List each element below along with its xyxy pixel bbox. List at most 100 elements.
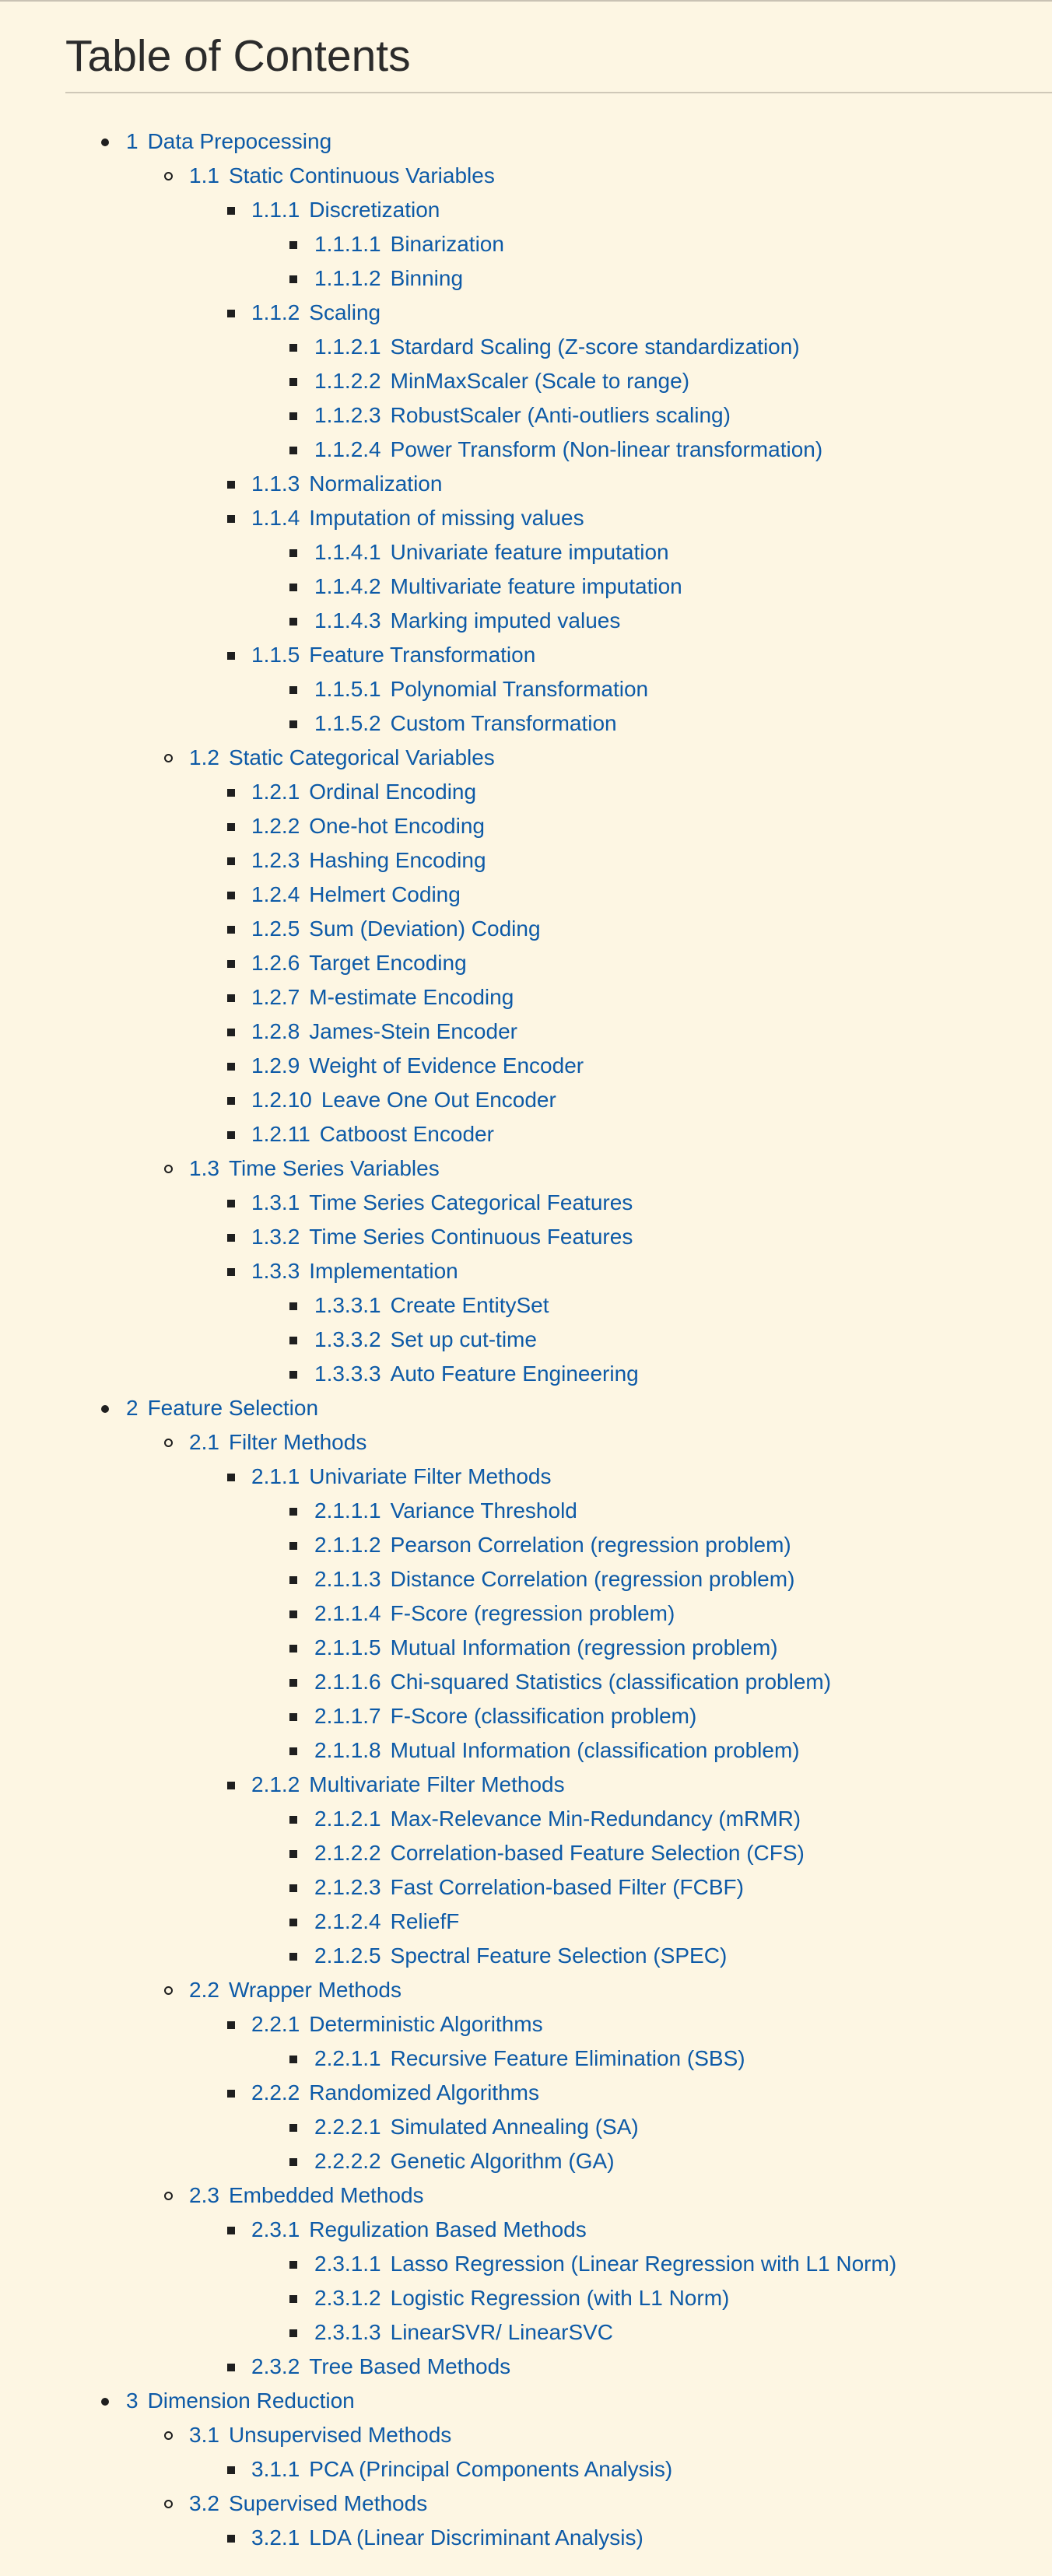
toc-link-2-1-1-2[interactable]: 2.1.1.2 Pearson Correlation (regression p… [0,1528,1052,1562]
toc-link-2-3-1[interactable]: 2.3.1 Regulization Based Methods [0,2213,1052,2247]
toc-link-1-2-7[interactable]: 1.2.7 M-estimate Encoding [0,980,1052,1015]
toc-link-1-1-5[interactable]: 1.1.5 Feature Transformation [0,638,1052,672]
toc-link-2-2-2-1[interactable]: 2.2.2.1 Simulated Annealing (SA) [0,2110,1052,2144]
toc-link-1-2-10[interactable]: 1.2.10 Leave One Out Encoder [0,1083,1052,1117]
toc-link-2-1-2-2[interactable]: 2.1.2.2 Correlation-based Feature Selecti… [0,1836,1052,1870]
section-title: Distance Correlation (regression problem… [390,1567,795,1591]
toc-link-2-1-2-5[interactable]: 2.1.2.5 Spectral Feature Selection (SPEC) [0,1939,1052,1973]
toc-link-2-3-1-2[interactable]: 2.3.1.2 Logistic Regression (with L1 Norm… [0,2281,1052,2315]
section-title: Embedded Methods [228,2183,424,2207]
section-number: 1.3.3.3 [314,1362,381,1386]
toc-link-label: 1.2.10 Leave One Out Encoder [251,1083,556,1117]
toc-link-2-1-1-3[interactable]: 2.1.1.3 Distance Correlation (regression … [0,1562,1052,1596]
toc-link-1-3-3-2[interactable]: 1.3.3.2 Set up cut-time [0,1323,1052,1357]
toc-link-2-1-2[interactable]: 2.1.2 Multivariate Filter Methods [0,1768,1052,1802]
toc-link-1-1-2[interactable]: 1.1.2 Scaling [0,296,1052,330]
section-title: Marking imputed values [390,608,621,633]
toc-link-1-1-4[interactable]: 1.1.4 Imputation of missing values [0,501,1052,535]
toc-link-1-1-2-2[interactable]: 1.1.2.2 MinMaxScaler (Scale to range) [0,364,1052,398]
toc-link-1-2-6[interactable]: 1.2.6 Target Encoding [0,946,1052,980]
toc-link-2[interactable]: 2 Feature Selection [0,1391,1052,1425]
toc-link-1-2-3[interactable]: 1.2.3 Hashing Encoding [0,843,1052,878]
toc-link-2-1-2-1[interactable]: 2.1.2.1 Max-Relevance Min-Redundancy (mRM… [0,1802,1052,1836]
page-title: Table of Contents [65,31,411,81]
toc-link-1-1-1-2[interactable]: 1.1.1.2 Binning [0,261,1052,296]
toc-link-2-3[interactable]: 2.3 Embedded Methods [0,2178,1052,2213]
toc-link-1-3-1[interactable]: 1.3.1 Time Series Categorical Features [0,1186,1052,1220]
section-number: 1.3.2 [251,1225,300,1249]
toc-link-1[interactable]: 1 Data Prepocessing [0,124,1052,159]
toc-link-1-1-2-1[interactable]: 1.1.2.1 Stardard Scaling (Z-score standar… [0,330,1052,364]
toc-link-label: 2.1.2.2 Correlation-based Feature Selecti… [314,1836,805,1870]
toc-link-1-2-1[interactable]: 1.2.1 Ordinal Encoding [0,775,1052,809]
toc-link-label: 2.1.2.5 Spectral Feature Selection (SPEC) [314,1939,727,1973]
toc-link-1-1-4-1[interactable]: 1.1.4.1 Univariate feature imputation [0,535,1052,570]
toc-link-label: 2.1.1.3 Distance Correlation (regression … [314,1562,794,1596]
toc-link-1-1-1[interactable]: 1.1.1 Discretization [0,193,1052,227]
toc-link-2-3-1-3[interactable]: 2.3.1.3 LinearSVR/ LinearSVC [0,2315,1052,2350]
section-title: Supervised Methods [228,2491,428,2515]
toc-link-1-2-8[interactable]: 1.2.8 James-Stein Encoder [0,1015,1052,1049]
toc-link-2-2-1[interactable]: 2.2.1 Deterministic Algorithms [0,2007,1052,2042]
section-number: 2.1.1.8 [314,1738,381,1762]
toc-link-3-2-1[interactable]: 3.2.1 LDA (Linear Discriminant Analysis) [0,2521,1052,2555]
toc-link-2-1-1-1[interactable]: 2.1.1.1 Variance Threshold [0,1494,1052,1528]
toc-link-2-2[interactable]: 2.2 Wrapper Methods [0,1973,1052,2007]
section-title: Weight of Evidence Encoder [309,1053,584,1078]
section-number: 2.1.1.1 [314,1498,381,1523]
section-number: 2.1.1 [251,1464,300,1488]
toc-link-2-1[interactable]: 2.1 Filter Methods [0,1425,1052,1460]
toc-link-2-2-2[interactable]: 2.2.2 Randomized Algorithms [0,2076,1052,2110]
toc-link-2-1-1-6[interactable]: 2.1.1.6 Chi-squared Statistics (classific… [0,1665,1052,1699]
toc-link-1-2-9[interactable]: 1.2.9 Weight of Evidence Encoder [0,1049,1052,1083]
toc-link-1-3-3-3[interactable]: 1.3.3.3 Auto Feature Engineering [0,1357,1052,1391]
toc-link-2-1-1-8[interactable]: 2.1.1.8 Mutual Information (classificatio… [0,1733,1052,1768]
section-title: Catboost Encoder [319,1122,494,1146]
section-number: 1.3.3.1 [314,1293,381,1317]
toc-link-2-1-1[interactable]: 2.1.1 Univariate Filter Methods [0,1460,1052,1494]
toc-link-1-2-2[interactable]: 1.2.2 One-hot Encoding [0,809,1052,843]
toc-link-1-3-3[interactable]: 1.3.3 Implementation [0,1254,1052,1288]
section-number: 2.1.2 [251,1772,300,1796]
toc-link-2-1-1-7[interactable]: 2.1.1.7 F-Score (classification problem) [0,1699,1052,1733]
section-title: ReliefF [390,1909,460,1933]
toc-link-2-3-2[interactable]: 2.3.2 Tree Based Methods [0,2350,1052,2384]
toc-link-1-2-4[interactable]: 1.2.4 Helmert Coding [0,878,1052,912]
toc-link-2-2-1-1[interactable]: 2.2.1.1 Recursive Feature Elimination (SB… [0,2042,1052,2076]
toc-link-2-1-1-4[interactable]: 2.1.1.4 F-Score (regression problem) [0,1596,1052,1631]
toc-link-1-1-2-4[interactable]: 1.1.2.4 Power Transform (Non-linear trans… [0,433,1052,467]
section-title: F-Score (classification problem) [390,1704,697,1728]
toc-link-1-3-3-1[interactable]: 1.3.3.1 Create EntitySet [0,1288,1052,1323]
toc-link-2-1-1-5[interactable]: 2.1.1.5 Mutual Information (regression pr… [0,1631,1052,1665]
toc-link-1-2-5[interactable]: 1.2.5 Sum (Deviation) Coding [0,912,1052,946]
toc-link-1-1-5-1[interactable]: 1.1.5.1 Polynomial Transformation [0,672,1052,706]
toc-link-1-1-4-3[interactable]: 1.1.4.3 Marking imputed values [0,604,1052,638]
toc-link-1-2-11[interactable]: 1.2.11 Catboost Encoder [0,1117,1052,1151]
toc-link-3-1-1[interactable]: 3.1.1 PCA (Principal Components Analysis) [0,2452,1052,2487]
toc-link-2-1-2-4[interactable]: 2.1.2.4 ReliefF [0,1905,1052,1939]
toc-link-1-1[interactable]: 1.1 Static Continuous Variables [0,159,1052,193]
toc-link-1-1-5-2[interactable]: 1.1.5.2 Custom Transformation [0,706,1052,741]
toc-link-label: 2.1.2.4 ReliefF [314,1905,459,1939]
section-title: Create EntitySet [390,1293,549,1317]
toc-link-1-1-4-2[interactable]: 1.1.4.2 Multivariate feature imputation [0,570,1052,604]
toc-link-3-1[interactable]: 3.1 Unsupervised Methods [0,2418,1052,2452]
toc-link-3[interactable]: 3 Dimension Reduction [0,2384,1052,2418]
toc-link-1-2[interactable]: 1.2 Static Categorical Variables [0,741,1052,775]
section-title: Wrapper Methods [228,1978,402,2002]
toc-link-1-1-2-3[interactable]: 1.1.2.3 RobustScaler (Anti-outliers scali… [0,398,1052,433]
section-title: F-Score (regression problem) [390,1601,675,1625]
toc-link-label: 1.2.4 Helmert Coding [251,878,461,912]
toc-link-1-3-2[interactable]: 1.3.2 Time Series Continuous Features [0,1220,1052,1254]
toc-link-2-1-2-3[interactable]: 2.1.2.3 Fast Correlation-based Filter (FC… [0,1870,1052,1905]
toc-link-1-1-1-1[interactable]: 1.1.1.1 Binarization [0,227,1052,261]
toc-link-1-3[interactable]: 1.3 Time Series Variables [0,1151,1052,1186]
section-number: 1.2.11 [251,1122,310,1146]
toc-link-1-1-3[interactable]: 1.1.3 Normalization [0,467,1052,501]
toc-link-label: 2.1.1.8 Mutual Information (classificatio… [314,1733,800,1768]
toc-link-2-2-2-2[interactable]: 2.2.2.2 Genetic Algorithm (GA) [0,2144,1052,2178]
toc-link-2-3-1-1[interactable]: 2.3.1.1 Lasso Regression (Linear Regressi… [0,2247,1052,2281]
toc-link-3-2[interactable]: 3.2 Supervised Methods [0,2487,1052,2521]
section-number: 2.2.1 [251,2012,300,2036]
toc-link-label: 2.2.2.1 Simulated Annealing (SA) [314,2110,639,2144]
